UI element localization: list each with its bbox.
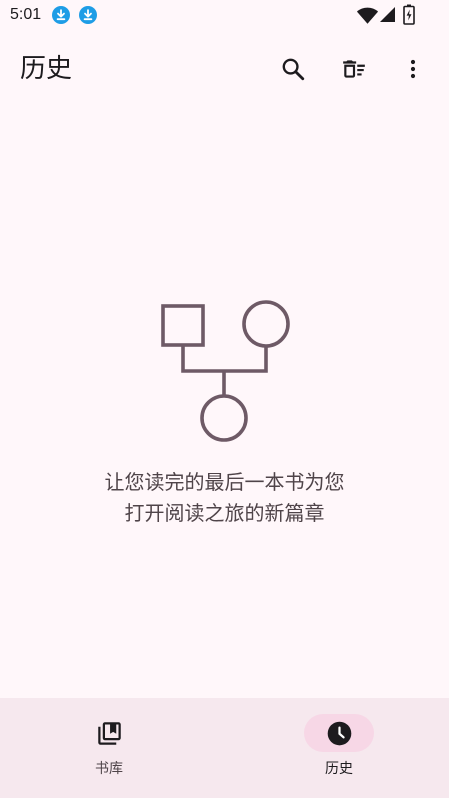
illustration-circle-top bbox=[242, 300, 290, 348]
history-clock-icon[interactable] bbox=[326, 720, 353, 747]
empty-state-illustration bbox=[161, 300, 290, 442]
nav-item-history[interactable]: 历史 bbox=[279, 698, 399, 798]
clear-history-button[interactable] bbox=[330, 45, 378, 93]
download-icon bbox=[79, 6, 97, 24]
illustration-circle-bottom bbox=[200, 394, 248, 442]
delete-sweep-icon[interactable] bbox=[341, 56, 367, 82]
nav-label-library: 书库 bbox=[95, 760, 123, 776]
page-title: 历史 bbox=[20, 53, 73, 83]
status-time: 5:01 bbox=[10, 6, 42, 23]
more-options-button[interactable] bbox=[389, 45, 437, 93]
wifi-icon bbox=[356, 7, 379, 24]
more-vert-icon[interactable] bbox=[401, 57, 425, 81]
cell-signal-icon bbox=[380, 7, 395, 22]
empty-message-line-1: 让您读完的最后一本书为您 bbox=[104, 472, 345, 494]
illustration-square bbox=[161, 304, 205, 347]
illustration-connector bbox=[181, 345, 268, 373]
nav-indicator bbox=[74, 714, 144, 752]
collections-bookmark-icon[interactable] bbox=[96, 720, 123, 747]
history-screen: 5:01 历史 让您读完的最后一本书为您 打开阅读之旅的新篇章 书库 历史 bbox=[0, 0, 449, 798]
download-icon bbox=[52, 6, 70, 24]
empty-message-line-2: 打开阅读之旅的新篇章 bbox=[124, 503, 325, 525]
bottom-navigation: 书库 历史 bbox=[0, 698, 449, 798]
nav-label-history: 历史 bbox=[325, 760, 353, 776]
search-button[interactable] bbox=[269, 45, 317, 93]
nav-indicator-active bbox=[304, 714, 374, 752]
search-icon[interactable] bbox=[280, 56, 306, 82]
nav-item-library[interactable]: 书库 bbox=[49, 698, 169, 798]
battery-charging-icon bbox=[403, 4, 415, 25]
